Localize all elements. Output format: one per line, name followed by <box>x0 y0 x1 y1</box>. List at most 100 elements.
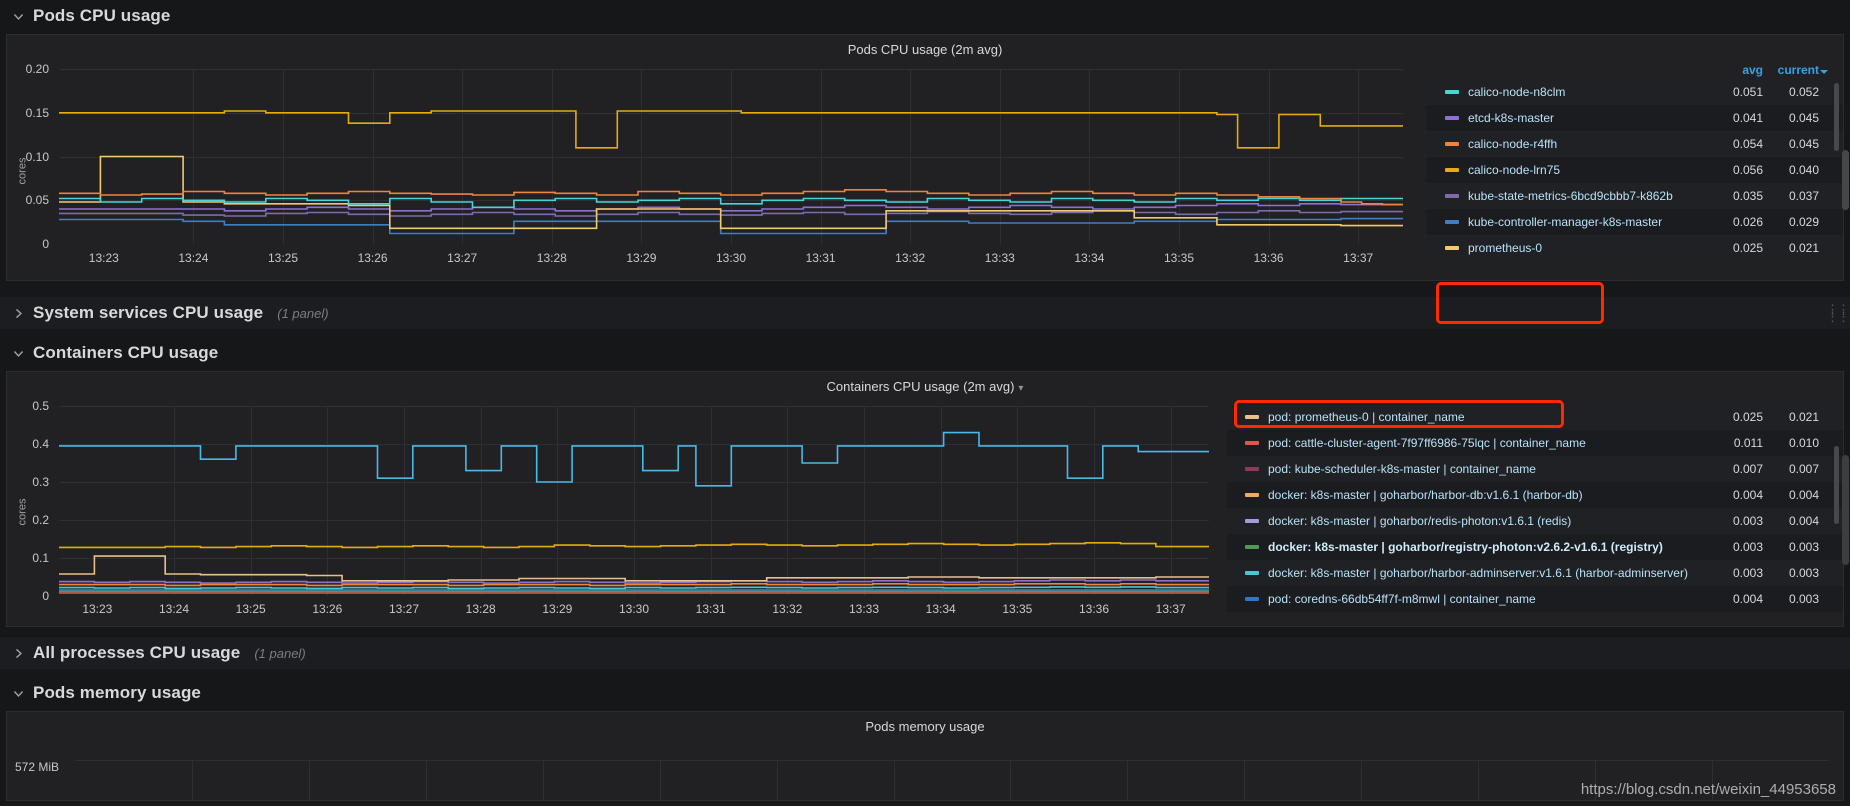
legend-item[interactable]: docker: k8s-master | goharbor/registry-p… <box>1227 534 1843 560</box>
x-axis-ticks: 13:23 13:24 13:25 13:26 13:27 13:28 13:29 13:30… <box>59 251 1403 267</box>
plot-area[interactable] <box>59 406 1209 596</box>
grid-line-vertical <box>1712 760 1714 800</box>
panel-title[interactable]: Containers CPU usage (2m avg) ▾ <box>7 372 1843 398</box>
legend-containers-cpu[interactable]: pod: prometheus-0 | container_name 0.025 0… <box>1227 398 1843 626</box>
grid-line-vertical <box>191 760 193 800</box>
grid-line-vertical <box>1595 760 1597 800</box>
x-axis-tick-label: 13:35 <box>1002 602 1033 616</box>
x-axis-tick-label: 13:35 <box>1163 251 1195 265</box>
legend-item-label: prometheus-0 <box>1468 241 1543 255</box>
legend-color-swatch[interactable] <box>1445 142 1459 146</box>
legend-scrollbar[interactable] <box>1834 446 1839 524</box>
legend-value-avg: 0.011 <box>1733 436 1763 450</box>
series-line <box>59 583 1209 587</box>
series-lines <box>59 110 1403 235</box>
y-axis-tick-label: 0.1 <box>32 551 49 565</box>
legend-item-label: pod: coredns-66db54ff7f-m8mwl | containe… <box>1268 592 1536 606</box>
panel-pods-cpu-usage: Pods CPU usage (2m avg) cores 0 0.05 0.10 0… <box>6 34 1844 324</box>
legend-color-swatch[interactable] <box>1245 441 1259 445</box>
legend-color-swatch[interactable] <box>1445 220 1459 224</box>
row-header-pods-memory-usage[interactable]: Pods memory usage <box>0 677 1850 709</box>
row-header-system-services-cpu-usage[interactable]: System services CPU usage (1 panel) ⋮⋮ ⋮⋮ <box>0 297 1850 329</box>
legend-item[interactable]: pod: cattle-cluster-agent-7f97ff6986-75l… <box>1227 430 1843 456</box>
legend-value-current: 0.003 <box>1788 592 1819 606</box>
legend-item[interactable]: calico-node-lrn75 0.056 0.040 <box>1427 157 1843 183</box>
legend-color-swatch[interactable] <box>1245 545 1259 549</box>
legend-item[interactable]: docker: k8s-master | goharbor/harbor-adm… <box>1227 560 1843 586</box>
legend-value-current: 0.045 <box>1788 111 1819 125</box>
y-axis-tick-label: 0 <box>42 237 49 251</box>
graph-containers-cpu[interactable]: cores 0 0.1 0.2 0.3 0.4 0.5 13:23 13:24 13:25 13… <box>7 398 1227 626</box>
panel-title: Pods memory usage <box>865 719 985 734</box>
row-header-containers-cpu-usage[interactable]: Containers CPU usage <box>0 337 1850 369</box>
legend-pods-cpu[interactable]: avg current calico-node-n8clm 0.051 0.052 e… <box>1427 61 1843 280</box>
legend-value-current: 0.003 <box>1788 540 1819 554</box>
memory-plot-area[interactable] <box>75 738 1829 800</box>
legend-item[interactable]: calico-node-r4ffh 0.054 0.045 <box>1427 131 1843 157</box>
x-axis-tick-label: 13:32 <box>895 251 926 265</box>
row-panel-count: (1 panel) <box>254 645 306 661</box>
x-axis-tick-label: 13:27 <box>388 602 420 616</box>
grafana-dashboard: Pods CPU usage Pods CPU usage (2m avg) c… <box>0 0 1850 806</box>
row-header-all-processes-cpu-usage[interactable]: All processes CPU usage (1 panel) <box>0 637 1850 669</box>
row-panel-count: (1 panel) <box>277 305 329 321</box>
series-line <box>59 217 1403 235</box>
legend-color-swatch[interactable] <box>1445 246 1459 250</box>
legend-value-current: 0.010 <box>1788 436 1819 450</box>
chevron-right-icon <box>12 307 25 320</box>
x-axis-tick-label: 13:26 <box>357 251 388 265</box>
legend-value-current: 0.052 <box>1788 85 1819 99</box>
x-axis-tick-label: 13:37 <box>1343 251 1374 265</box>
legend-color-swatch[interactable] <box>1245 467 1259 471</box>
legend-col-current[interactable]: current <box>1763 63 1828 77</box>
legend-item-label: docker: k8s-master | goharbor/harbor-adm… <box>1268 566 1688 580</box>
legend-header: avg current <box>1427 61 1843 79</box>
legend-color-swatch[interactable] <box>1445 168 1459 172</box>
x-axis-tick-label: 13:29 <box>626 251 657 265</box>
legend-color-swatch[interactable] <box>1245 597 1259 601</box>
x-axis-tick-label: 13:34 <box>925 602 956 616</box>
legend-item[interactable]: prometheus-0 0.025 0.021 <box>1427 235 1843 261</box>
grid-line-vertical <box>542 760 544 800</box>
legend-item[interactable]: pod: prometheus-0 | container_name 0.025 0… <box>1227 404 1843 430</box>
legend-color-swatch[interactable] <box>1245 571 1259 575</box>
legend-color-swatch[interactable] <box>1245 519 1259 523</box>
x-axis-tick-label: 13:32 <box>772 602 803 616</box>
legend-value-current: 0.004 <box>1788 488 1819 502</box>
legend-value-avg: 0.025 <box>1732 410 1763 424</box>
legend-value-avg: 0.051 <box>1732 85 1763 99</box>
legend-scrollbar[interactable] <box>1834 83 1839 151</box>
legend-item[interactable]: etcd-k8s-master 0.041 0.045 <box>1427 105 1843 131</box>
graph-pods-cpu[interactable]: cores 0 0.05 0.10 0.15 0.20 13:23 13:24 13:25 1… <box>7 61 1427 280</box>
legend-color-swatch[interactable] <box>1445 90 1459 94</box>
plot-area[interactable] <box>59 69 1403 244</box>
legend-item[interactable]: pod: kube-scheduler-k8s-master | contain… <box>1227 456 1843 482</box>
y-axis-tick-label: 0.3 <box>32 475 49 489</box>
x-axis-tick-label: 13:29 <box>542 602 573 616</box>
grid-line-vertical <box>893 760 895 800</box>
legend-item[interactable]: docker: k8s-master | goharbor/harbor-db:… <box>1227 482 1843 508</box>
row-header-pods-cpu-usage[interactable]: Pods CPU usage <box>0 0 1850 32</box>
y-axis-tick-label: 0.5 <box>32 399 49 413</box>
series-line <box>59 203 1403 212</box>
legend-col-avg[interactable]: avg <box>1707 63 1763 77</box>
x-axis-tick-label: 13:37 <box>1155 602 1186 616</box>
memory-y-tick: 572 MiB <box>15 760 60 774</box>
legend-item[interactable]: calico-node-n8clm 0.051 0.052 <box>1427 79 1843 105</box>
legend-color-swatch[interactable] <box>1245 415 1259 419</box>
x-axis-tick-label: 13:23 <box>88 251 119 265</box>
page-scrollbar-secondary[interactable] <box>1842 455 1849 565</box>
legend-item[interactable]: kube-state-metrics-6bcd9cbbb7-k862b 0.035… <box>1427 183 1843 209</box>
page-scrollbar[interactable] <box>1842 150 1849 210</box>
legend-color-swatch[interactable] <box>1445 194 1459 198</box>
legend-item[interactable]: pod: coredns-66db54ff7f-m8mwl | containe… <box>1227 586 1843 612</box>
legend-color-swatch[interactable] <box>1245 493 1259 497</box>
legend-item-label: docker: k8s-master | goharbor/redis-phot… <box>1268 514 1572 528</box>
chevron-down-icon[interactable]: ▾ <box>1018 383 1023 394</box>
drag-handle-icon[interactable]: ⋮⋮ ⋮⋮ <box>1826 303 1850 323</box>
panel-title: Pods CPU usage (2m avg) <box>847 42 1003 57</box>
legend-color-swatch[interactable] <box>1445 116 1459 120</box>
legend-item[interactable]: docker: k8s-master | goharbor/redis-phot… <box>1227 508 1843 534</box>
legend-value-avg: 0.025 <box>1732 241 1763 255</box>
legend-item[interactable]: kube-controller-manager-k8s-master 0.026 0… <box>1427 209 1843 235</box>
